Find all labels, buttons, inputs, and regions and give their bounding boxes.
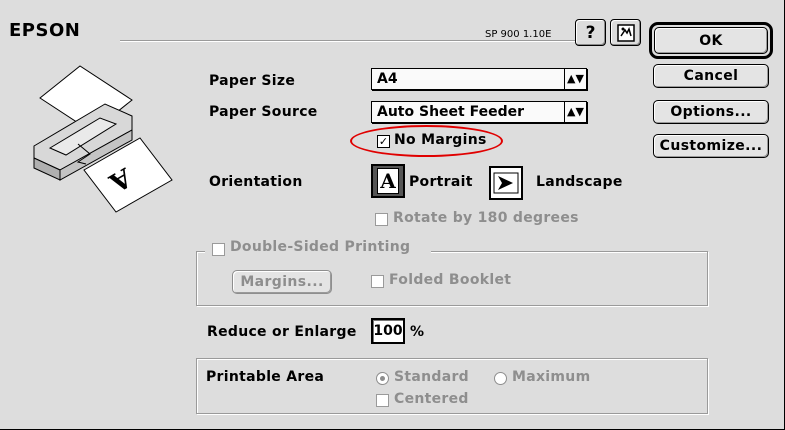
percent-unit: % <box>410 324 425 340</box>
page-setup-dialog: EPSON SP 900 1.10E ? OK Cancel Options..… <box>0 0 785 430</box>
folded-booklet-label: Folded Booklet <box>389 272 512 288</box>
select-arrows-icon: ▲▼ <box>564 69 586 89</box>
portrait-label: Portrait <box>409 174 473 190</box>
standard-label: Standard <box>394 369 469 385</box>
no-margins-label: No Margins <box>394 132 487 148</box>
centered-checkbox[interactable] <box>376 394 389 407</box>
no-margins-checkbox[interactable]: ✓ <box>377 135 390 148</box>
paper-source-value: Auto Sheet Feeder <box>377 104 524 120</box>
folded-booklet-checkbox[interactable] <box>371 275 384 288</box>
double-sided-label: Double-Sided Printing <box>230 239 411 255</box>
options-button[interactable]: Options... <box>653 100 769 124</box>
reduce-enlarge-input[interactable]: 100 <box>371 318 405 344</box>
double-sided-checkbox[interactable] <box>212 243 225 256</box>
margins-button[interactable]: Margins... <box>232 270 332 294</box>
reduce-enlarge-label: Reduce or Enlarge <box>207 324 357 340</box>
cancel-button[interactable]: Cancel <box>653 64 769 88</box>
landscape-button[interactable] <box>489 166 523 200</box>
rotate-180-checkbox[interactable] <box>375 213 388 226</box>
customize-button[interactable]: Customize... <box>653 134 769 158</box>
ok-button-ring: OK <box>649 22 773 59</box>
header-divider <box>120 40 582 42</box>
portrait-button[interactable]: A <box>371 164 405 198</box>
rotate-180-label: Rotate by 180 degrees <box>393 210 579 226</box>
landscape-icon <box>493 172 519 194</box>
help-icon: ? <box>585 22 596 43</box>
standard-radio[interactable] <box>376 372 389 385</box>
portrait-icon: A <box>377 168 399 194</box>
paper-size-select[interactable]: A4 ▲▼ <box>371 68 587 90</box>
ok-button[interactable]: OK <box>654 27 768 54</box>
utility-button[interactable] <box>610 19 641 46</box>
brand-title: EPSON <box>9 20 81 41</box>
paper-source-label: Paper Source <box>209 104 318 120</box>
paper-size-value: A4 <box>377 71 398 87</box>
paper-size-label: Paper Size <box>209 73 296 89</box>
maximum-radio[interactable] <box>494 372 507 385</box>
printable-area-label: Printable Area <box>206 369 325 385</box>
printer-utility-icon <box>616 23 635 42</box>
centered-label: Centered <box>394 391 469 407</box>
select-arrows-icon: ▲▼ <box>564 102 586 122</box>
help-button[interactable]: ? <box>575 19 606 46</box>
landscape-label: Landscape <box>536 174 623 190</box>
orientation-label: Orientation <box>209 174 303 190</box>
paper-source-select[interactable]: Auto Sheet Feeder ▲▼ <box>371 101 587 123</box>
maximum-label: Maximum <box>512 369 591 385</box>
driver-version: SP 900 1.10E <box>485 29 552 40</box>
printer-illustration: A <box>33 65 173 213</box>
